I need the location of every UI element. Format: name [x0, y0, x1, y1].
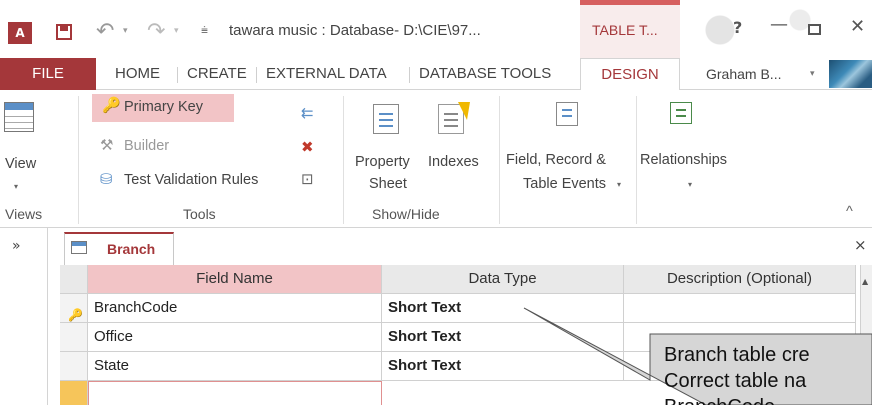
navigation-pane: »	[0, 228, 48, 405]
property-sheet-label-1: Property	[355, 154, 410, 170]
group-separator	[499, 96, 500, 224]
window-title: tawara music : Database- D:\CIE\97...	[229, 22, 481, 39]
property-sheet-icon	[373, 104, 399, 134]
row-selector[interactable]	[60, 352, 88, 381]
primary-key-label: Primary Key	[124, 99, 203, 115]
builder-icon: ⚒	[100, 136, 114, 154]
primary-key-icon: 🔑	[68, 308, 83, 322]
callout-text: Branch table cre Correct table na Branch…	[664, 342, 810, 405]
new-field-name-input[interactable]	[88, 381, 382, 405]
key-icon: 🔑	[102, 96, 121, 114]
redo-icon[interactable]: ↷	[147, 19, 165, 44]
callout-line-3: BranchCode	[664, 394, 810, 405]
vertical-scrollbar[interactable]: ▲	[860, 265, 872, 405]
field-name-cell[interactable]: BranchCode	[88, 294, 382, 323]
maximize-button[interactable]	[808, 24, 821, 35]
property-sheet-label-2: Sheet	[369, 176, 407, 192]
group-label-tools: Tools	[183, 206, 216, 222]
tab-database-tools[interactable]: DATABASE TOOLS	[412, 58, 558, 90]
context-tab-bar	[580, 0, 680, 5]
tab-home[interactable]: HOME	[108, 58, 167, 90]
tab-separator	[409, 67, 410, 83]
select-all-corner[interactable]	[60, 265, 88, 294]
group-separator	[343, 96, 344, 224]
modify-lookups-icon[interactable]: ⊡	[301, 170, 314, 188]
table-icon	[71, 241, 87, 254]
avatar[interactable]	[829, 60, 872, 88]
builder-label: Builder	[124, 138, 170, 154]
delete-rows-icon[interactable]: ✖	[301, 138, 314, 156]
undo-icon[interactable]: ↶	[96, 19, 114, 44]
indexes-lightning-icon	[458, 102, 470, 120]
document-tab-bar: Branch ×	[48, 228, 872, 265]
data-type-cell[interactable]: Short Text	[382, 323, 624, 352]
access-logo-icon: A	[8, 22, 32, 44]
table-events-icon	[556, 102, 578, 126]
field-name-cell[interactable]: State	[88, 352, 382, 381]
close-window-button[interactable]: ✕	[850, 16, 865, 37]
tab-separator	[256, 67, 257, 83]
column-header-data-type[interactable]: Data Type	[382, 265, 624, 294]
tab-external-data[interactable]: EXTERNAL DATA	[259, 58, 394, 90]
save-icon[interactable]	[56, 24, 72, 40]
scroll-up-icon[interactable]: ▲	[862, 277, 868, 286]
close-document-button[interactable]: ×	[854, 236, 867, 254]
indexes-label: Indexes	[428, 154, 479, 170]
callout-line-1: Branch table cre	[664, 344, 810, 366]
account-dropdown-icon[interactable]: ▾	[810, 69, 815, 79]
expand-nav-pane-button[interactable]: »	[12, 238, 21, 254]
view-button-label: View	[5, 156, 37, 172]
help-button[interactable]: ?	[733, 18, 742, 37]
tab-design[interactable]: DESIGN	[580, 58, 680, 91]
primary-key-button[interactable]: 🔑 Primary Key	[92, 94, 234, 122]
ribbon: View ▾ Views 🔑 Primary Key ⚒ Builder ⛁ T…	[0, 90, 872, 228]
minimize-button[interactable]: —	[770, 14, 788, 35]
relationships-label: Relationships	[640, 152, 728, 168]
context-tab-group: TABLE T...	[580, 0, 680, 58]
table-events-label-2: Table Events	[523, 176, 607, 192]
customize-quick-access-icon[interactable]: ⩧	[201, 23, 208, 38]
ribbon-tab-bar: FILE HOME CREATE EXTERNAL DATA DATABASE …	[0, 58, 872, 91]
field-name-cell[interactable]: Office	[88, 323, 382, 352]
table-events-label-1: Field, Record &	[506, 152, 606, 168]
tab-create[interactable]: CREATE	[180, 58, 254, 90]
view-icon	[4, 102, 34, 132]
group-label-show-hide: Show/Hide	[372, 206, 440, 222]
new-row-selector[interactable]	[60, 381, 88, 405]
insert-rows-icon[interactable]: ⇇	[301, 104, 314, 122]
data-type-cell[interactable]: Short Text	[382, 352, 624, 381]
document-tab-label: Branch	[107, 241, 156, 257]
row-selector[interactable]: 🔑	[60, 294, 88, 323]
table-events-dropdown-icon: ▾	[617, 180, 622, 189]
redo-dropdown-icon[interactable]: ▾	[174, 26, 179, 36]
collapse-ribbon-button[interactable]: ^	[846, 204, 853, 220]
test-validation-icon: ⛁	[100, 170, 113, 188]
undo-dropdown-icon[interactable]: ▾	[123, 26, 128, 36]
tab-separator	[177, 67, 178, 83]
test-validation-rules-label: Test Validation Rules	[124, 172, 259, 188]
context-tab-label: TABLE T...	[592, 22, 658, 38]
group-label-views: Views	[5, 206, 43, 222]
document-tab-branch[interactable]: Branch	[64, 232, 174, 265]
data-type-cell[interactable]: Short Text	[382, 294, 624, 323]
row-selector[interactable]	[60, 323, 88, 352]
group-separator	[636, 96, 637, 224]
group-separator	[78, 96, 79, 224]
description-cell[interactable]	[624, 294, 856, 323]
column-header-field-name[interactable]: Field Name	[88, 265, 382, 294]
tab-file[interactable]: FILE	[0, 58, 96, 90]
relationships-dropdown-icon: ▾	[688, 180, 693, 189]
relationships-icon	[670, 102, 692, 124]
title-bar: A ↶ ▾ ↷ ▾ ⩧ tawara music : Database- D:\…	[0, 0, 872, 58]
column-header-description[interactable]: Description (Optional)	[624, 265, 856, 294]
account-name[interactable]: Graham B...	[706, 58, 781, 90]
callout-line-2: Correct table na	[664, 370, 807, 392]
view-dropdown-icon[interactable]: ▾	[14, 182, 18, 191]
